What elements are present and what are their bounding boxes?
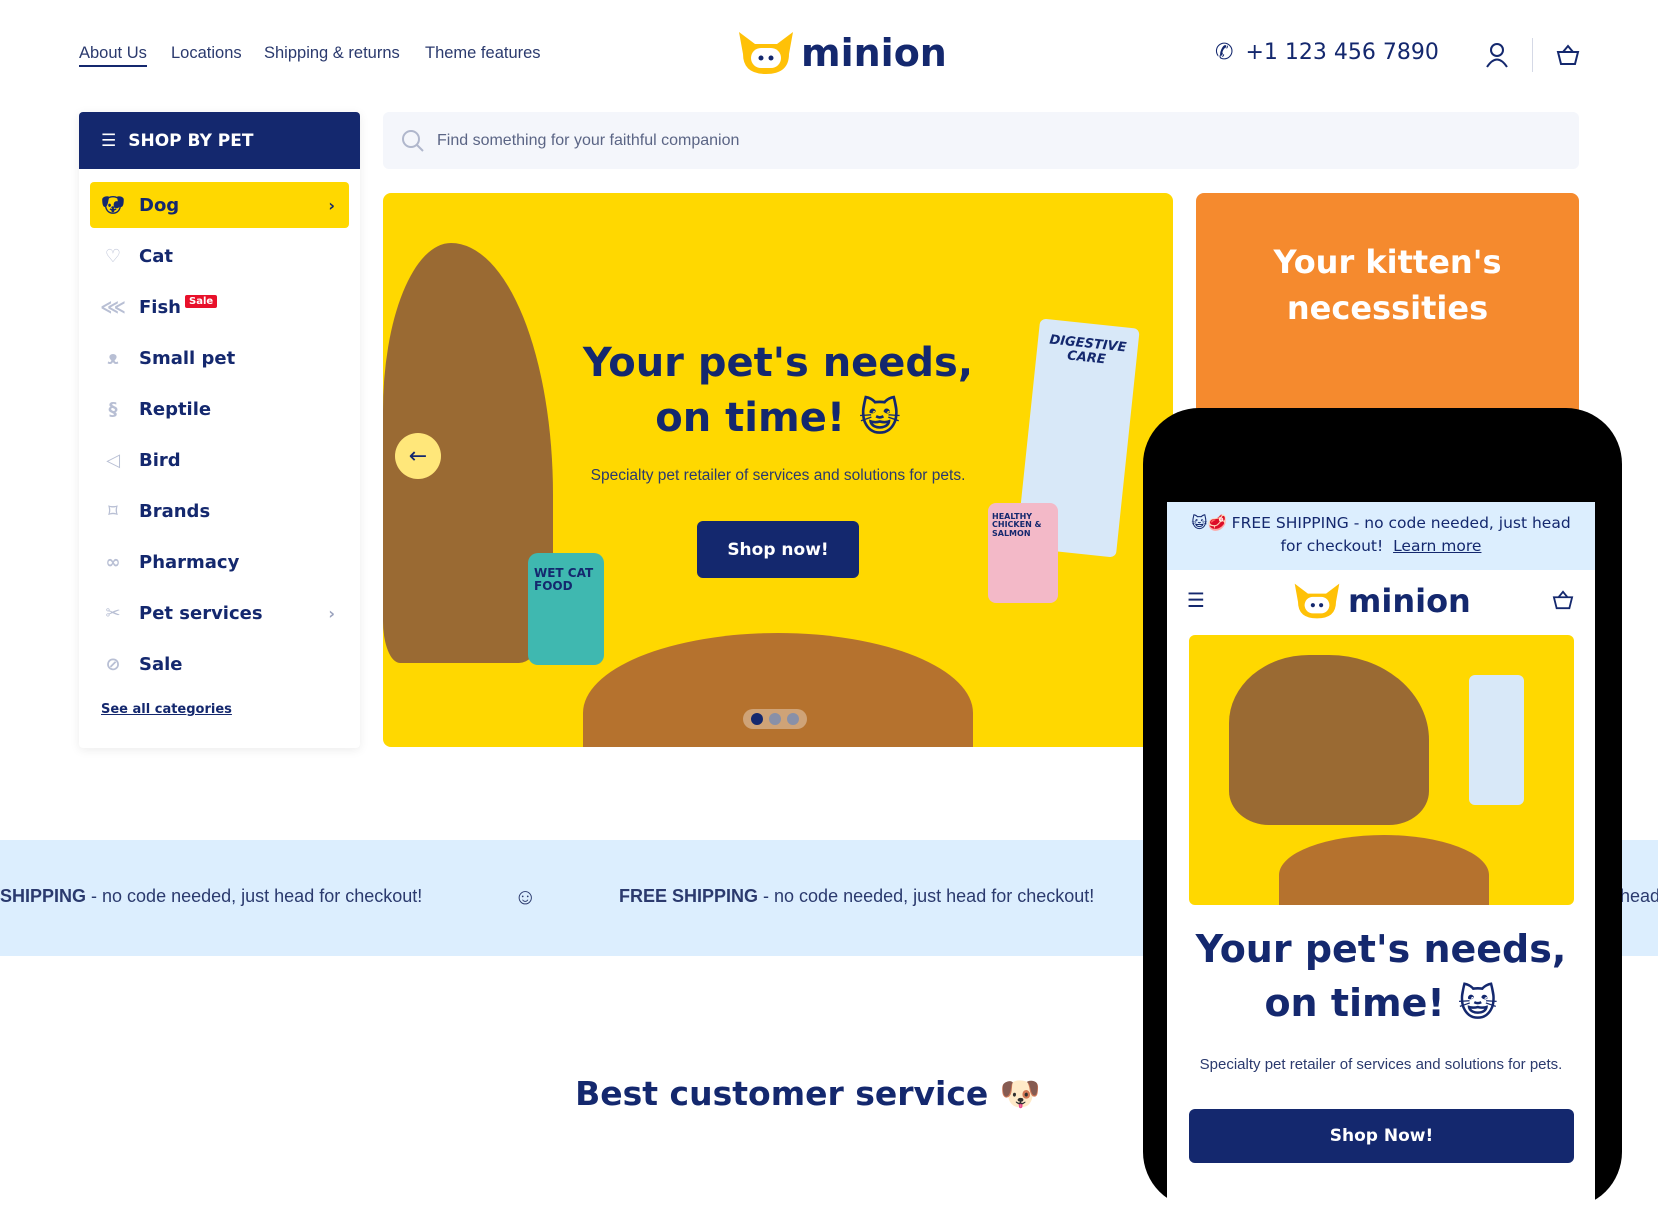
sidebar-item-pharmacy[interactable]: ∞ Pharmacy (90, 539, 349, 585)
fish-icon: ⋘ (100, 296, 126, 318)
logo-mascot-icon (1294, 583, 1340, 619)
sidebar-item-label: Bird (139, 449, 181, 471)
dog-image (1229, 655, 1429, 825)
user-icon[interactable] (1485, 42, 1509, 68)
sale-badge: Sale (185, 294, 218, 308)
slider-dots (743, 709, 807, 729)
sidebar-item-label: Dog (139, 194, 180, 216)
mobile-hero-image (1189, 635, 1574, 905)
bird-icon: ◁ (106, 449, 120, 471)
nav-theme-features[interactable]: Theme features (425, 44, 541, 63)
basket-icon[interactable] (1556, 44, 1580, 66)
sidebar-item-label: Cat (139, 245, 173, 267)
chicken-salmon-can: HEALTHY CHICKEN & SALMON (988, 503, 1058, 603)
mobile-preview: 😺🥩 FREE SHIPPING - no code needed, just … (1143, 408, 1622, 1222)
marquee-item: head (1620, 886, 1658, 906)
sidebar-item-brands[interactable]: ⌑ Brands (90, 488, 349, 534)
sidebar-item-label: Brands (139, 500, 211, 522)
mobile-hero-subtitle: Specialty pet retailer of services and s… (1199, 1056, 1563, 1073)
hamburger-menu-icon[interactable]: ☰ (1187, 588, 1205, 612)
sidebar-item-label: Pet services (139, 602, 263, 624)
shop-now-button[interactable]: Shop now! (697, 521, 859, 578)
mobile-hero-title: Your pet's needs, on time! 😺 (1195, 927, 1567, 1025)
dog-icon: 🐶︎ (101, 194, 125, 216)
sale-icon: ⊘ (105, 653, 121, 675)
chicken-salmon-label: HEALTHY CHICKEN & SALMON (992, 512, 1042, 538)
slider-dot[interactable] (769, 713, 781, 725)
search-bar[interactable]: Find something for your faithful compani… (383, 112, 1579, 169)
digestive-care-label: DIGESTIVE CARE (1048, 332, 1128, 368)
mobile-announcement: 😺🥩 FREE SHIPPING - no code needed, just … (1167, 502, 1595, 570)
mobile-screen: 😺🥩 FREE SHIPPING - no code needed, just … (1167, 502, 1595, 1222)
sidebar-item-dog[interactable]: 🐶︎ Dog › (90, 182, 349, 228)
kibble-pile (583, 633, 973, 747)
slider-dot[interactable] (787, 713, 799, 725)
sidebar-item-label: Reptile (139, 398, 212, 420)
sidebar-item-fish[interactable]: ⋘ Fish Sale (90, 284, 349, 330)
mobile-header: ☰ minion (1167, 570, 1595, 634)
see-all-categories-link[interactable]: See all categories (101, 702, 232, 717)
wet-cat-food-label: WET CAT FOOD (534, 566, 594, 593)
sidebar-item-label: Small pet (139, 347, 236, 369)
menu-icon: ☰ (101, 130, 117, 151)
logo-text: minion (801, 31, 947, 75)
phone-icon: ✆ (1215, 40, 1234, 65)
sidebar-item-reptile[interactable]: § Reptile (90, 386, 349, 432)
shop-by-pet-title: SHOP BY PET (128, 130, 254, 151)
cat-icon: ♡ (104, 245, 122, 267)
shop-by-pet-header[interactable]: ☰ SHOP BY PET (79, 112, 360, 169)
digestive-care-bag (1469, 675, 1524, 805)
sidebar-item-small-pet[interactable]: ᴥ Small pet (90, 335, 349, 381)
slider-dot-active[interactable] (751, 713, 763, 725)
nav-shipping-returns[interactable]: Shipping & returns (264, 44, 400, 63)
marquee-item: SHIPPING - no code needed, just head for… (0, 886, 423, 906)
sidebar-item-bird[interactable]: ◁ Bird (90, 437, 349, 483)
sidebar-item-sale[interactable]: ⊘ Sale (90, 641, 349, 687)
marquee-item: FREE SHIPPING - no code needed, just hea… (619, 886, 1095, 906)
logo[interactable]: minion (737, 30, 947, 76)
header-divider (1532, 38, 1533, 72)
promo-title: Your kitten's necessities (1273, 243, 1502, 327)
sidebar-item-cat[interactable]: ♡ Cat (90, 233, 349, 279)
nav-locations[interactable]: Locations (171, 44, 242, 63)
sidebar-item-label: Fish (139, 296, 181, 318)
grooming-icon: ✂ (105, 602, 121, 624)
sidebar-item-pet-services[interactable]: ✂ Pet services › (90, 590, 349, 636)
sidebar-item-label: Sale (139, 653, 183, 675)
learn-more-link[interactable]: Learn more (1393, 537, 1481, 555)
chevron-right-icon: › (328, 603, 335, 623)
slider-prev-button[interactable]: ← (395, 433, 441, 479)
kibble-pile (1279, 835, 1489, 905)
mobile-shop-now-button[interactable]: Shop Now! (1189, 1109, 1574, 1163)
nav-about-us[interactable]: About Us (79, 44, 147, 67)
basket-icon[interactable] (1552, 590, 1574, 610)
phone-number: +1 123 456 7890 (1245, 40, 1439, 65)
small-pet-icon: ᴥ (107, 347, 119, 369)
smiley-icon: ☺ (514, 884, 537, 909)
pills-icon: ∞ (105, 551, 121, 573)
search-icon (402, 129, 424, 152)
hero-subtitle: Specialty pet retailer of services and s… (590, 467, 966, 484)
bookmark-icon: ⌑ (108, 500, 118, 522)
hero-title: Your pet's needs, on time! 😺 (582, 340, 974, 441)
wet-cat-food-can: WET CAT FOOD (528, 553, 604, 665)
sidebar-item-label: Pharmacy (139, 551, 240, 573)
mobile-logo[interactable]: minion (1292, 582, 1471, 620)
hero-slider: WET CAT FOOD DIGESTIVE CARE HEALTHY CHIC… (383, 193, 1173, 747)
reptile-icon: § (108, 398, 118, 420)
chevron-right-icon: › (328, 195, 335, 215)
logo-mascot-icon (739, 32, 793, 74)
search-input[interactable]: Find something for your faithful compani… (437, 132, 739, 150)
shop-by-pet-menu: ☰ SHOP BY PET 🐶︎ Dog › ♡ Cat ⋘ Fish Sale ᴥ Sma… (79, 112, 360, 748)
phone-link[interactable]: ✆ +1 123 456 7890 (1215, 40, 1439, 65)
